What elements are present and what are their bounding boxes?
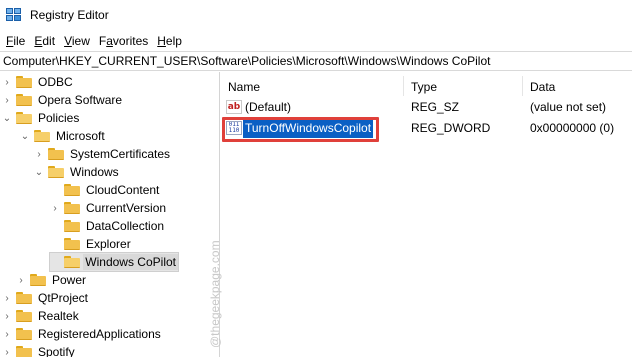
chevron-right-icon[interactable]: › <box>2 343 12 357</box>
menu-favorites[interactable]: Favorites <box>95 34 152 48</box>
folder-icon <box>48 148 64 160</box>
tree-item-spotify[interactable]: › Spotify <box>2 343 77 357</box>
folder-icon <box>16 310 32 322</box>
tree-item-windows-copilot[interactable]: Windows CoPilot <box>49 252 179 272</box>
chevron-down-icon[interactable]: ⌄ <box>34 163 44 181</box>
menu-edit[interactable]: Edit <box>30 34 59 48</box>
folder-icon <box>16 328 32 340</box>
tree-item-label: Realtek <box>38 309 79 323</box>
chevron-down-icon[interactable]: ⌄ <box>2 109 12 127</box>
folder-icon <box>16 76 32 88</box>
tree-item-power[interactable]: › Power <box>16 271 88 289</box>
chevron-right-icon[interactable]: › <box>2 91 12 109</box>
menu-view[interactable]: View <box>60 34 94 48</box>
tree-item-label: Opera Software <box>38 93 123 107</box>
values-list[interactable]: Name Type Data ab (Default) REG_SZ (valu… <box>220 72 632 357</box>
value-row-default[interactable]: ab (Default) REG_SZ (value not set) <box>220 97 632 117</box>
tree-item-label: Windows CoPilot <box>83 254 178 270</box>
folder-icon <box>16 94 32 106</box>
folder-icon <box>64 238 80 250</box>
tree-item-label: CurrentVersion <box>86 201 167 215</box>
tree-item-currentversion[interactable]: › CurrentVersion <box>50 199 168 217</box>
tree-item-label: DataCollection <box>86 219 165 233</box>
tree-item-odbc[interactable]: › ODBC <box>2 73 75 91</box>
tree-item-microsoft[interactable]: ⌄ Microsoft <box>20 127 107 145</box>
tree-item-realtek[interactable]: › Realtek <box>2 307 81 325</box>
tree-item-label: SystemCertificates <box>70 147 171 161</box>
value-type: REG_SZ <box>411 100 460 114</box>
tree-item-label: CloudContent <box>86 183 160 197</box>
column-header-data[interactable]: Data <box>530 78 555 96</box>
folder-icon <box>16 346 32 357</box>
value-type: REG_DWORD <box>411 121 491 135</box>
chevron-down-icon[interactable]: ⌄ <box>20 127 30 145</box>
string-value-icon: ab <box>226 100 242 114</box>
chevron-right-icon[interactable]: › <box>2 289 12 307</box>
tree-item-systemcertificates[interactable]: › SystemCertificates <box>34 145 172 163</box>
chevron-right-icon[interactable]: › <box>50 199 60 217</box>
column-header-name[interactable]: Name <box>228 78 260 96</box>
column-header-type[interactable]: Type <box>411 78 437 96</box>
chevron-right-icon[interactable]: › <box>16 271 26 289</box>
folder-open-icon <box>34 130 50 142</box>
tree-item-cloudcontent[interactable]: CloudContent <box>50 181 161 199</box>
tree-item-opera-software[interactable]: › Opera Software <box>2 91 124 109</box>
tree-item-label: Policies <box>38 111 80 125</box>
folder-icon <box>16 292 32 304</box>
folder-open-icon <box>63 256 80 268</box>
tree-item-policies[interactable]: ⌄ Policies <box>2 109 81 127</box>
tree-item-label: RegisteredApplications <box>38 327 161 341</box>
folder-open-icon <box>16 112 32 124</box>
tree-item-label: Microsoft <box>56 129 105 143</box>
tree-item-label: Explorer <box>86 237 131 251</box>
chevron-right-icon[interactable]: › <box>2 307 12 325</box>
folder-icon <box>30 274 46 286</box>
tree-item-qtproject[interactable]: › QtProject <box>2 289 90 307</box>
tree-item-label: ODBC <box>38 75 73 89</box>
folder-icon <box>64 220 80 232</box>
tree-item-datacollection[interactable]: DataCollection <box>50 217 166 235</box>
registry-editor-icon <box>6 8 22 22</box>
tree-item-label: Power <box>52 273 87 287</box>
value-data: (value not set) <box>530 100 607 114</box>
registry-tree[interactable]: › ODBC › Opera Software ⌄ Policies ⌄ Mic… <box>0 72 198 357</box>
window-title: Registry Editor <box>30 8 109 22</box>
value-name: (Default) <box>245 100 292 114</box>
folder-icon <box>64 202 80 214</box>
tree-item-registeredapplications[interactable]: › RegisteredApplications <box>2 325 163 343</box>
chevron-right-icon[interactable]: › <box>34 145 44 163</box>
tree-item-windows[interactable]: ⌄ Windows <box>34 163 121 181</box>
tree-item-label: QtProject <box>38 291 89 305</box>
title-bar: Registry Editor <box>0 0 632 31</box>
address-bar[interactable]: Computer\HKEY_CURRENT_USER\Software\Poli… <box>0 51 632 71</box>
tree-item-label: Spotify <box>38 345 75 357</box>
column-separator[interactable] <box>403 76 404 96</box>
menu-file[interactable]: File <box>2 34 29 48</box>
value-data: 0x00000000 (0) <box>530 121 615 135</box>
tree-item-explorer[interactable]: Explorer <box>50 235 133 253</box>
column-separator[interactable] <box>522 76 523 96</box>
menu-bar: File Edit View Favorites Help <box>0 31 632 51</box>
chevron-right-icon[interactable]: › <box>2 73 12 91</box>
chevron-right-icon[interactable]: › <box>2 325 12 343</box>
menu-help[interactable]: Help <box>153 34 186 48</box>
folder-open-icon <box>48 166 64 178</box>
highlight-annotation <box>222 117 379 142</box>
folder-icon <box>64 184 80 196</box>
tree-item-label: Windows <box>70 165 119 179</box>
